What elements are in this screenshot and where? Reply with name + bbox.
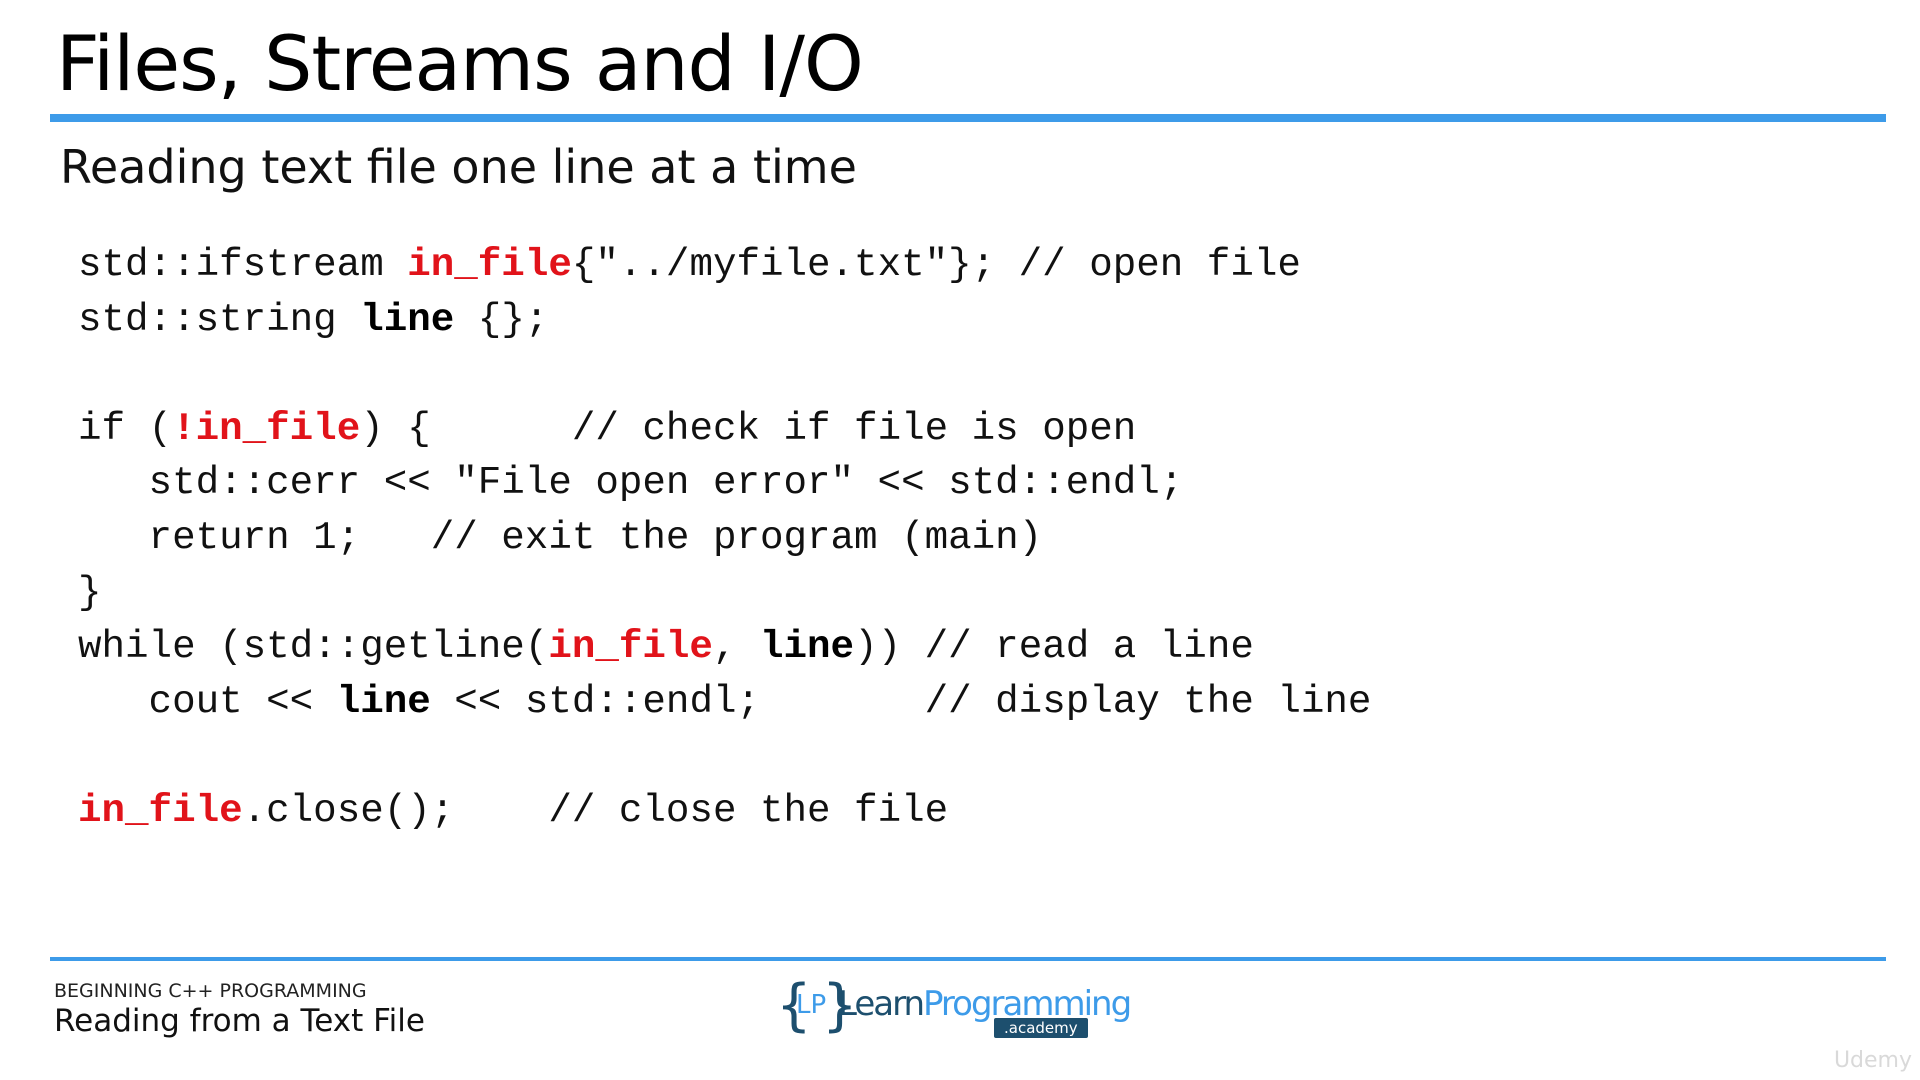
code-line: in_file.close(); // close the file xyxy=(78,784,1371,839)
code-token: !in_file xyxy=(172,405,361,451)
code-token: while (std::getline( xyxy=(78,624,549,670)
code-token: line xyxy=(336,678,431,724)
code-line: while (std::getline(in_file, line)) // r… xyxy=(78,620,1371,675)
code-block: std::ifstream in_file{"../myfile.txt"}; … xyxy=(78,238,1371,839)
slide-subtitle: Reading text file one line at a time xyxy=(60,140,857,194)
code-line: std::cerr << "File open error" << std::e… xyxy=(78,456,1371,511)
code-token: << std::endl; // display the line xyxy=(430,678,1372,724)
code-line: std::string line {}; xyxy=(78,293,1371,348)
code-token: {}; xyxy=(454,296,549,342)
code-line: std::ifstream in_file{"../myfile.txt"}; … xyxy=(78,238,1371,293)
code-token: , xyxy=(712,624,760,670)
code-token: line xyxy=(760,624,855,670)
footer-divider xyxy=(50,957,1886,961)
code-token: in_file xyxy=(78,787,243,833)
code-line: cout << line << std::endl; // display th… xyxy=(78,675,1372,730)
code-line: if (!in_file) { // check if file is open xyxy=(78,402,1371,457)
logo-word-learn: Learn xyxy=(838,984,925,1024)
footer-course-name: BEGINNING C++ PROGRAMMING xyxy=(54,980,367,1002)
code-token: .close(); // close the file xyxy=(242,787,949,833)
footer-lesson-title: Reading from a Text File xyxy=(54,1003,425,1039)
code-line: return 1; // exit the program (main) xyxy=(78,511,1371,566)
code-token: std::ifstream xyxy=(78,242,408,287)
code-token: return 1; // exit the program (main) xyxy=(78,514,1043,560)
code-token: in_file xyxy=(407,242,572,287)
code-token: std::cerr << "File open error" << std::e… xyxy=(78,460,1184,506)
code-token: )) // read a line xyxy=(854,624,1254,670)
slide-title: Files, Streams and I/O xyxy=(56,19,864,108)
udemy-watermark: Udemy xyxy=(1833,1048,1912,1073)
title-divider xyxy=(50,114,1886,122)
code-token: in_file xyxy=(548,624,713,670)
code-token: cout << xyxy=(78,678,337,724)
code-token: ) { // check if file is open xyxy=(360,405,1137,451)
logo-academy-badge: .academy xyxy=(994,1018,1088,1038)
code-token: line xyxy=(360,296,455,342)
code-line: } xyxy=(78,566,1371,621)
code-token: std::string xyxy=(78,296,361,342)
code-token: {"../myfile.txt"}; // open file xyxy=(571,242,1301,287)
code-token: } xyxy=(78,569,102,615)
code-token: if ( xyxy=(78,405,173,451)
learnprogramming-logo: { LP } LearnProgramming .academy xyxy=(776,978,1132,1042)
